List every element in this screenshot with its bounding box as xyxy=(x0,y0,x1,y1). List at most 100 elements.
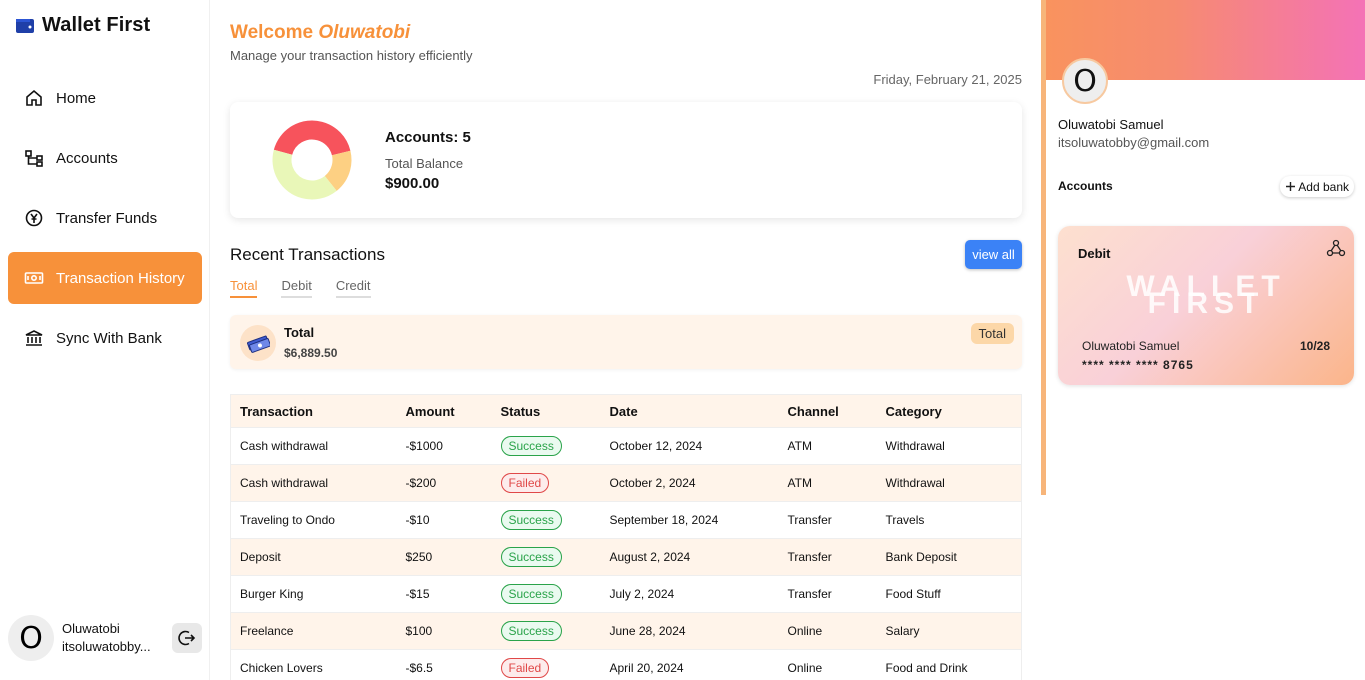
category-cell: Salary xyxy=(876,612,1022,650)
status-cell: Success xyxy=(491,575,601,613)
wallet-icon xyxy=(16,18,34,33)
card-number: **** **** **** 8765 xyxy=(1082,358,1194,372)
sidebar-item-label: Transaction History xyxy=(56,269,185,287)
channel-cell: Transfer xyxy=(778,575,877,613)
date-cell: April 20, 2024 xyxy=(600,649,779,680)
total-balance-value: $900.00 xyxy=(385,175,440,192)
date-cell: September 18, 2024 xyxy=(600,501,779,539)
profile-accounts-heading: Accounts xyxy=(1058,179,1113,193)
contactless-icon xyxy=(1326,239,1346,257)
bank-card[interactable]: Debit WALLET FIRST Oluwatobi Samuel 10/2… xyxy=(1058,226,1354,385)
accounts-icon xyxy=(25,150,43,167)
date-cell: July 2, 2024 xyxy=(600,575,779,613)
table-row[interactable]: Burger King -$15 Success July 2, 2024 Transf… xyxy=(230,575,1022,613)
sidebar-item-label: Accounts xyxy=(56,149,118,167)
date-cell: October 2, 2024 xyxy=(600,464,779,502)
table-row[interactable]: Cash withdrawal -$1000 Success October 12, … xyxy=(230,427,1022,465)
table-row[interactable]: Cash withdrawal -$200 Failed October 2, 202… xyxy=(230,464,1022,502)
profile-avatar[interactable]: O xyxy=(1062,58,1108,104)
add-bank-label: Add bank xyxy=(1298,179,1349,194)
card-holder: Oluwatobi Samuel xyxy=(1082,339,1180,353)
date-cell: October 12, 2024 xyxy=(600,427,779,465)
sidebar-user-name: Oluwatobi xyxy=(62,621,120,636)
category-cell: Travels xyxy=(876,501,1022,539)
transactions-table: Transaction Amount Status Date Channel C… xyxy=(230,394,1022,680)
table-row[interactable]: Chicken Lovers -$6.5 Failed April 20, 2024 O… xyxy=(230,649,1022,680)
tab-total[interactable]: Total xyxy=(230,278,258,298)
table-row[interactable]: Deposit $250 Success August 2, 2024 Transfer… xyxy=(230,538,1022,576)
sidebar-user-email: itsoluwatobby... xyxy=(62,639,151,654)
transaction-cell: Traveling to Ondo xyxy=(230,501,397,539)
status-badge: Success xyxy=(500,510,562,530)
status-badge: Success xyxy=(500,621,562,641)
plus-icon xyxy=(1286,182,1296,191)
status-badge: Success xyxy=(500,436,562,456)
sidebar-user-info: Oluwatobi itsoluwatobby... xyxy=(62,620,151,656)
tab-credit[interactable]: Credit xyxy=(335,278,371,298)
column-header: Date xyxy=(600,394,779,428)
transaction-tabs: Total Debit Credit xyxy=(230,278,371,298)
sidebar-item-label: Home xyxy=(56,89,97,107)
sidebar-item-label: Transfer Funds xyxy=(56,209,158,227)
amount-cell: -$6.5 xyxy=(396,649,492,680)
channel-cell: Transfer xyxy=(778,538,877,576)
transaction-cell: Burger King xyxy=(230,575,397,613)
status-badge: Failed xyxy=(500,658,550,678)
brand-name: Wallet First xyxy=(42,14,151,36)
tab-debit[interactable]: Debit xyxy=(281,278,312,298)
category-cell: Food and Drink xyxy=(876,649,1022,680)
sidebar-user[interactable]: O Oluwatobi itsoluwatobby... xyxy=(6,612,206,664)
column-header: Amount xyxy=(396,394,492,428)
status-badge: Failed xyxy=(500,473,550,493)
table-row[interactable]: Traveling to Ondo -$10 Success September 18… xyxy=(230,501,1022,539)
total-card-label: Total xyxy=(284,325,315,340)
view-all-button[interactable]: view all xyxy=(965,240,1022,269)
avatar[interactable]: O xyxy=(8,615,54,661)
welcome-name: Oluwatobi xyxy=(318,22,411,43)
card-type: Debit xyxy=(1078,246,1111,261)
total-summary-card[interactable]: Total $6,889.50 Total xyxy=(230,315,1022,369)
page-title: Welcome Oluwatobi xyxy=(230,22,410,44)
column-header: Transaction xyxy=(230,394,397,428)
channel-cell: ATM xyxy=(778,427,877,465)
category-cell: Bank Deposit xyxy=(876,538,1022,576)
page-subtitle: Manage your transaction history efficien… xyxy=(230,48,473,63)
brand[interactable]: Wallet First xyxy=(16,14,150,37)
total-card-badge: Total xyxy=(970,323,1014,344)
sidebar-item-transaction-history[interactable]: Transaction History xyxy=(8,252,202,304)
channel-cell: Online xyxy=(778,649,877,680)
sidebar-item-transfer-funds[interactable]: Transfer Funds xyxy=(8,192,202,244)
balance-summary-card: Accounts: 5 Total Balance $900.00 xyxy=(230,102,1022,218)
sidebar-item-label: Sync With Bank xyxy=(56,329,162,347)
category-cell: Withdrawal xyxy=(876,427,1022,465)
add-bank-button[interactable]: Add bank xyxy=(1280,176,1354,197)
status-cell: Success xyxy=(491,538,601,576)
channel-cell: Transfer xyxy=(778,501,877,539)
column-header: Category xyxy=(876,394,1022,428)
logout-button[interactable] xyxy=(172,623,202,653)
status-badge: Success xyxy=(500,584,562,604)
status-cell: Success xyxy=(491,427,601,465)
sidebar-item-home[interactable]: Home xyxy=(8,72,202,124)
total-balance-label: Total Balance xyxy=(385,156,464,171)
status-cell: Success xyxy=(491,501,601,539)
table-row[interactable]: Freelance $100 Success June 28, 2024 Online S… xyxy=(230,612,1022,650)
status-cell: Success xyxy=(491,612,601,650)
profile-email: itsoluwatobby@gmail.com xyxy=(1058,135,1210,150)
status-cell: Failed xyxy=(491,649,601,680)
amount-cell: -$10 xyxy=(396,501,492,539)
accounts-count: Accounts: 5 xyxy=(385,129,471,146)
date-cell: August 2, 2024 xyxy=(600,538,779,576)
amount-cell: $250 xyxy=(396,538,492,576)
table-header-row: Transaction Amount Status Date Channel C… xyxy=(230,394,1022,428)
card-brand-line2: FIRST xyxy=(1147,287,1265,320)
amount-cell: -$200 xyxy=(396,464,492,502)
category-cell: Food Stuff xyxy=(876,575,1022,613)
welcome-prefix: Welcome xyxy=(230,22,314,43)
category-cell: Withdrawal xyxy=(876,464,1022,502)
sidebar-item-sync-with-bank[interactable]: Sync With Bank xyxy=(8,312,202,364)
sidebar-item-accounts[interactable]: Accounts xyxy=(8,132,202,184)
column-header: Status xyxy=(491,394,601,428)
channel-cell: ATM xyxy=(778,464,877,502)
amount-cell: -$15 xyxy=(396,575,492,613)
